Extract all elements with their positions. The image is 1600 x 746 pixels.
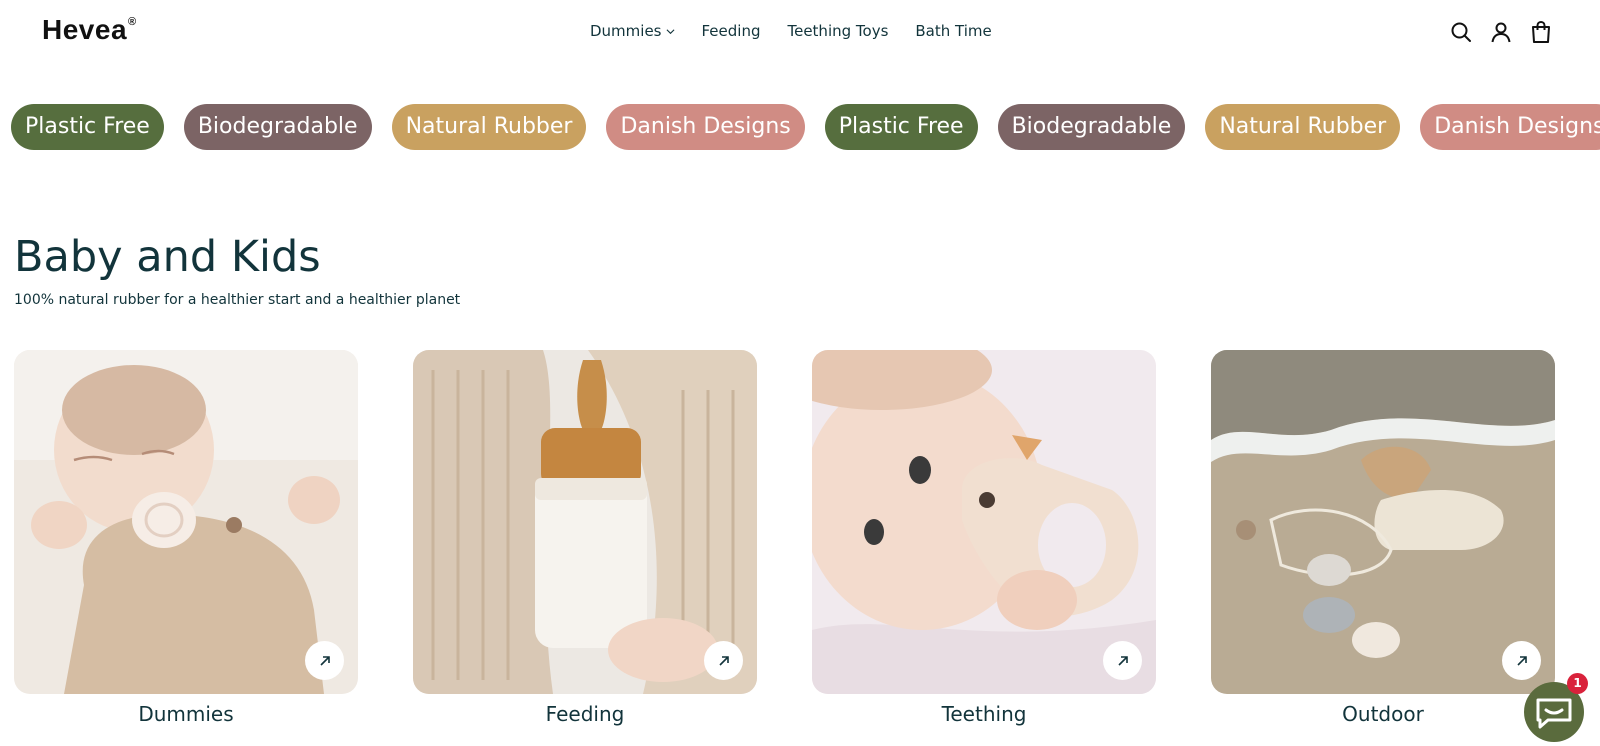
- category-image-sleeping-baby-with-dummy: [14, 350, 358, 694]
- card-arrow-button[interactable]: [704, 641, 743, 680]
- category-card-teething[interactable]: Teething: [812, 350, 1156, 726]
- category-label: Teething: [941, 702, 1027, 726]
- feature-badge: Plastic Free: [824, 104, 978, 150]
- category-grid: Dummies Feeding Teething Outdoor: [14, 350, 1555, 726]
- nav-item-label: Feeding: [701, 22, 761, 40]
- nav-item-label: Dummies: [590, 22, 662, 40]
- category-card-feeding[interactable]: Feeding: [413, 350, 757, 726]
- chat-notification-badge: 1: [1567, 673, 1588, 694]
- nav-item-bath-time[interactable]: Bath Time: [915, 22, 991, 40]
- category-image-baby-bottle: [413, 350, 757, 694]
- arrow-up-right-icon: [1516, 655, 1527, 666]
- feature-badge: Danish Designs: [1420, 104, 1600, 150]
- account-icon[interactable]: [1489, 20, 1513, 44]
- feature-badge-marquee: Plastic Free Biodegradable Natural Rubber D…: [0, 104, 1600, 150]
- nav-item-feeding[interactable]: Feeding: [702, 22, 761, 40]
- header-icons: [1449, 20, 1553, 44]
- nav-item-dummies[interactable]: Dummies: [590, 22, 675, 40]
- search-icon[interactable]: [1449, 20, 1473, 44]
- feature-badge: Plastic Free: [11, 104, 164, 150]
- nav-item-label: Teething Toys: [787, 22, 889, 40]
- badge-track: Plastic Free Biodegradable Natural Rubber D…: [11, 104, 1600, 150]
- card-arrow-button[interactable]: [305, 641, 344, 680]
- category-label: Outdoor: [1342, 702, 1424, 726]
- site-header: Hevea® Dummies Feeding Teething Toys Bat…: [0, 0, 1600, 66]
- category-card-outdoor[interactable]: Outdoor: [1211, 350, 1555, 726]
- nav-item-label: Bath Time: [915, 22, 992, 40]
- section-title: Baby and Kids: [14, 232, 321, 282]
- card-arrow-button[interactable]: [1502, 641, 1541, 680]
- card-arrow-button[interactable]: [1103, 641, 1142, 680]
- nav-item-teething-toys[interactable]: Teething Toys: [787, 22, 888, 40]
- feature-badge: Biodegradable: [997, 104, 1186, 150]
- logo-registered-mark: ®: [128, 15, 137, 28]
- category-card-dummies[interactable]: Dummies: [14, 350, 358, 726]
- feature-badge: Natural Rubber: [391, 104, 587, 150]
- category-label: Dummies: [138, 702, 234, 726]
- main-nav: Dummies Feeding Teething Toys Bath Time: [590, 22, 1019, 40]
- feature-badge: Natural Rubber: [1205, 104, 1401, 150]
- arrow-up-right-icon: [1117, 655, 1128, 666]
- section-subtitle: 100% natural rubber for a healthier star…: [14, 292, 461, 308]
- logo-text: Hevea: [42, 14, 128, 45]
- arrow-up-right-icon: [718, 655, 729, 666]
- category-label: Feeding: [545, 702, 625, 726]
- feature-badge: Biodegradable: [183, 104, 372, 150]
- category-image-baby-on-beach: [1211, 350, 1555, 694]
- category-image-baby-with-teether: [812, 350, 1156, 694]
- chevron-down-icon: [666, 28, 674, 34]
- cart-icon[interactable]: [1529, 20, 1553, 44]
- arrow-up-right-icon: [319, 655, 330, 666]
- feature-badge: Danish Designs: [606, 104, 805, 150]
- site-logo[interactable]: Hevea®: [42, 14, 137, 46]
